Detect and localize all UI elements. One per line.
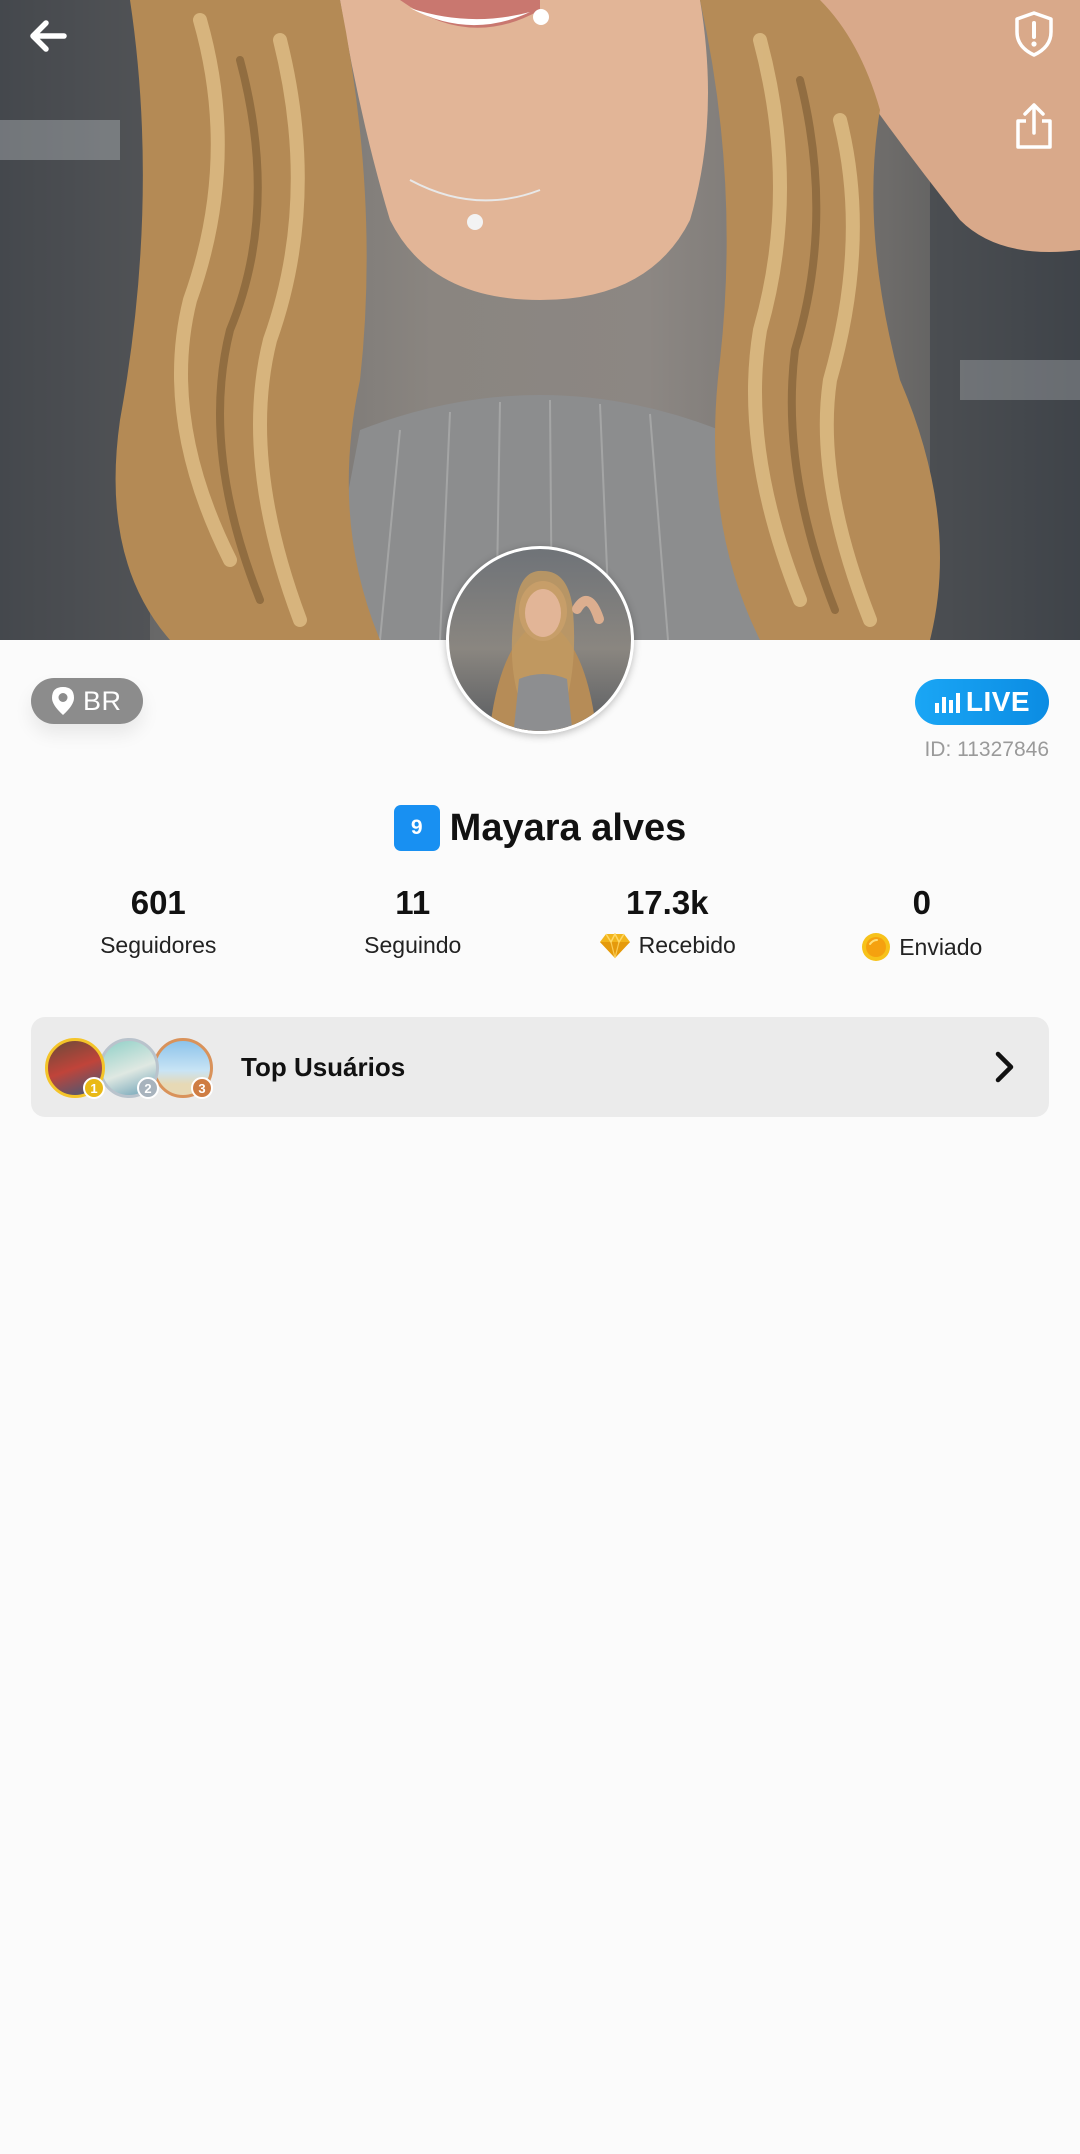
share-button[interactable] bbox=[1006, 96, 1062, 156]
avatar-photo-illustration bbox=[489, 570, 604, 731]
stat-value: 11 bbox=[395, 884, 431, 921]
profile-name-row: 9 Mayara alves bbox=[0, 804, 1080, 852]
stat-received[interactable]: 17.3k Recebido bbox=[540, 884, 795, 964]
stat-value: 0 bbox=[912, 884, 931, 921]
carousel-page-indicator bbox=[533, 9, 549, 25]
back-button[interactable] bbox=[20, 8, 76, 64]
cover-photo-illustration bbox=[0, 0, 1080, 640]
stat-following[interactable]: 11 Seguindo bbox=[286, 884, 541, 964]
location-chip[interactable]: BR bbox=[31, 678, 143, 724]
stat-value: 17.3k bbox=[625, 884, 709, 921]
share-icon bbox=[1016, 103, 1052, 149]
arrow-left-icon bbox=[30, 20, 67, 52]
location-pin-icon bbox=[52, 687, 74, 715]
chevron-right-icon bbox=[985, 1047, 1025, 1087]
stat-label: Seguidores bbox=[100, 932, 217, 958]
top-users-row[interactable]: 1 2 3 Top Usuários bbox=[31, 1017, 1049, 1117]
stat-label: Enviado bbox=[899, 933, 983, 960]
rank-medal-bronze: 3 bbox=[191, 1077, 213, 1099]
signal-bars-icon bbox=[934, 693, 960, 713]
diamond-icon bbox=[599, 932, 630, 958]
live-button[interactable]: LIVE bbox=[915, 679, 1049, 725]
top-users-label: Top Usuários bbox=[241, 1051, 406, 1082]
report-button[interactable] bbox=[1006, 6, 1062, 62]
location-country: BR bbox=[83, 685, 122, 716]
level-badge: 9 bbox=[393, 805, 440, 851]
stat-sent[interactable]: 0 Enviado bbox=[795, 884, 1050, 964]
coin-icon bbox=[862, 933, 891, 961]
shield-alert-icon bbox=[1015, 11, 1053, 57]
profile-avatar[interactable] bbox=[446, 546, 634, 734]
profile-stats: 601 Seguidores 11 Seguindo 17.3k Recebid… bbox=[31, 884, 1049, 964]
profile-cover-photo[interactable] bbox=[0, 0, 1080, 640]
live-label: LIVE bbox=[965, 686, 1031, 717]
stat-label: Recebido bbox=[638, 932, 736, 958]
rank-medal-silver: 2 bbox=[137, 1077, 159, 1099]
stat-label: Seguindo bbox=[364, 932, 462, 958]
top-users-avatars: 1 2 3 bbox=[45, 1017, 225, 1117]
user-id: ID: 11327846 bbox=[924, 738, 1049, 761]
stat-followers[interactable]: 601 Seguidores bbox=[31, 884, 286, 964]
rank-medal-gold: 1 bbox=[83, 1077, 105, 1099]
profile-name: Mayara alves bbox=[449, 806, 687, 849]
stat-value: 601 bbox=[130, 884, 186, 921]
